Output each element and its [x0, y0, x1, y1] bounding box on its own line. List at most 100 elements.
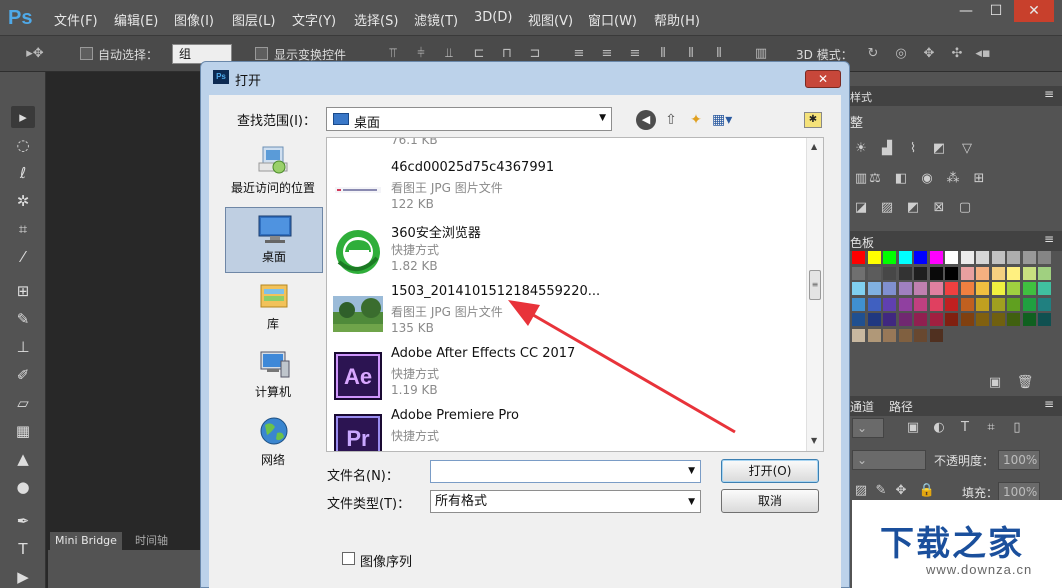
lock-all-icon[interactable]: 🔒	[918, 482, 936, 500]
color-swatch[interactable]	[991, 282, 1005, 295]
dialog-titlebar[interactable]: Ps 打开 ✕	[201, 62, 849, 92]
list-item[interactable]: 1503_2014101512184559220... 看图王 JPG 图片文件…	[333, 284, 793, 346]
color-swatch[interactable]	[898, 313, 912, 326]
eyedropper-tool-icon[interactable]: ⁄	[11, 246, 35, 268]
color-swatch[interactable]	[1038, 251, 1051, 264]
color-swatch[interactable]	[898, 266, 912, 280]
chevron-down-icon[interactable]: ▼	[688, 466, 695, 476]
up-folder-icon[interactable]: ⇧	[661, 110, 681, 130]
color-swatch[interactable]	[976, 313, 989, 326]
gradient-tool-icon[interactable]: ▦	[11, 420, 35, 442]
crop-tool-icon[interactable]: ⌗	[11, 218, 35, 240]
filter-pixel-icon[interactable]: ▣	[904, 419, 922, 437]
opacity-input[interactable]: 100%	[998, 450, 1040, 470]
stamp-tool-icon[interactable]: ⊥	[11, 336, 35, 358]
3d-scale-icon[interactable]: ◂▪	[974, 45, 992, 63]
color-balance-icon[interactable]: ⚖	[866, 170, 884, 188]
color-swatch[interactable]	[1007, 266, 1020, 280]
brush-tool-icon[interactable]: ✎	[11, 308, 35, 330]
marquee-tool-icon[interactable]: ◌	[11, 134, 35, 156]
color-swatch[interactable]	[960, 313, 974, 326]
invert-icon[interactable]: ◪	[852, 199, 870, 217]
window-close-button[interactable]: ✕	[1014, 0, 1054, 22]
filter-type-icon[interactable]: T	[956, 419, 974, 437]
fill-input[interactable]: 100%	[998, 482, 1040, 502]
selective-color-icon[interactable]: ▢	[956, 199, 974, 217]
filter-shape-icon[interactable]: ⌗	[982, 419, 1000, 437]
place-desktop[interactable]: 桌面	[225, 207, 323, 273]
color-swatch[interactable]	[1007, 251, 1020, 264]
blur-tool-icon[interactable]: ▲	[11, 448, 35, 470]
pen-tool-icon[interactable]: ✒	[11, 510, 35, 532]
file-list-scrollbar[interactable]: ▲ ≡ ▼	[806, 138, 823, 451]
scroll-down-icon[interactable]: ▼	[811, 436, 817, 445]
history-brush-icon[interactable]: ✐	[11, 364, 35, 386]
color-swatch[interactable]	[976, 251, 989, 264]
color-swatch[interactable]	[883, 282, 896, 295]
color-swatch[interactable]	[867, 266, 881, 280]
color-swatch[interactable]	[929, 313, 943, 326]
color-lookup-icon[interactable]: ⊞	[970, 170, 988, 188]
3d-rotate-icon[interactable]: ↻	[864, 45, 882, 63]
layer-filter-dropdown[interactable]: ⌄	[852, 418, 884, 438]
open-button[interactable]: 打开(O)	[721, 459, 819, 483]
color-swatch[interactable]	[1038, 297, 1051, 311]
color-swatch[interactable]	[867, 282, 881, 295]
color-swatch[interactable]	[1022, 282, 1036, 295]
lasso-tool-icon[interactable]: ℓ	[11, 162, 35, 184]
color-swatch[interactable]	[852, 251, 865, 264]
favorites-icon[interactable]: ✱	[804, 112, 822, 128]
place-network[interactable]: 网络	[225, 411, 323, 477]
color-swatch[interactable]	[867, 313, 881, 326]
menu-type[interactable]: 文字(Y)	[292, 10, 336, 29]
menu-help[interactable]: 帮助(H)	[654, 10, 700, 29]
color-swatch[interactable]	[883, 313, 896, 326]
color-swatch[interactable]	[1038, 313, 1051, 326]
auto-select-checkbox[interactable]	[80, 47, 93, 60]
move-tool-preset-icon[interactable]: ▸✥	[26, 45, 44, 63]
blend-mode-dropdown[interactable]: ⌄	[852, 450, 926, 470]
channel-mixer-icon[interactable]: ⁂	[944, 170, 962, 188]
photo-filter-icon[interactable]: ◉	[918, 170, 936, 188]
color-swatch[interactable]	[1007, 297, 1020, 311]
back-icon[interactable]: ◀	[636, 110, 656, 130]
layers-menu-icon[interactable]: ≡	[1044, 397, 1054, 411]
lock-pixels-icon[interactable]: ▨	[852, 482, 870, 500]
minimize-button[interactable]: —	[950, 0, 982, 22]
menu-file[interactable]: 文件(F)	[54, 10, 98, 29]
menu-3d[interactable]: 3D(D)	[474, 10, 512, 25]
panel-menu-icon[interactable]: ≡	[1044, 87, 1054, 101]
tab-channels[interactable]: 通道	[850, 398, 874, 415]
color-swatch[interactable]	[852, 282, 865, 295]
delete-swatch-icon[interactable]: 🗑	[1016, 374, 1034, 392]
brightness-icon[interactable]: ☀	[852, 140, 870, 158]
filter-smart-icon[interactable]: ▯	[1008, 419, 1026, 437]
color-swatch[interactable]	[991, 266, 1005, 280]
dialog-close-button[interactable]: ✕	[805, 70, 841, 88]
color-swatch[interactable]	[883, 251, 896, 264]
menu-filter[interactable]: 滤镜(T)	[414, 10, 458, 29]
color-swatch[interactable]	[883, 297, 896, 311]
color-swatch[interactable]	[914, 251, 927, 264]
color-swatch[interactable]	[960, 297, 974, 311]
place-libraries[interactable]: 库	[225, 275, 323, 341]
color-swatch[interactable]	[991, 313, 1005, 326]
file-name-input[interactable]: ▼	[430, 460, 701, 483]
gradient-map-icon[interactable]: ⊠	[930, 199, 948, 217]
color-swatch[interactable]	[898, 328, 912, 342]
curves-icon[interactable]: ⌇	[904, 140, 922, 158]
color-swatch[interactable]	[1007, 282, 1020, 295]
new-folder-icon[interactable]: ✦	[686, 110, 706, 130]
show-transform-checkbox[interactable]	[255, 47, 268, 60]
image-sequence-checkbox[interactable]	[342, 552, 355, 565]
move-tool-icon[interactable]: ▸	[11, 106, 35, 128]
type-tool-icon[interactable]: T	[11, 538, 35, 560]
scroll-thumb[interactable]: ≡	[809, 270, 821, 300]
color-swatch[interactable]	[960, 266, 974, 280]
color-swatch[interactable]	[914, 297, 927, 311]
color-swatch[interactable]	[914, 266, 927, 280]
swatches-menu-icon[interactable]: ≡	[1044, 232, 1054, 246]
color-swatch[interactable]	[1038, 266, 1051, 280]
3d-slide-icon[interactable]: ✣	[948, 45, 966, 63]
color-swatch[interactable]	[945, 313, 958, 326]
